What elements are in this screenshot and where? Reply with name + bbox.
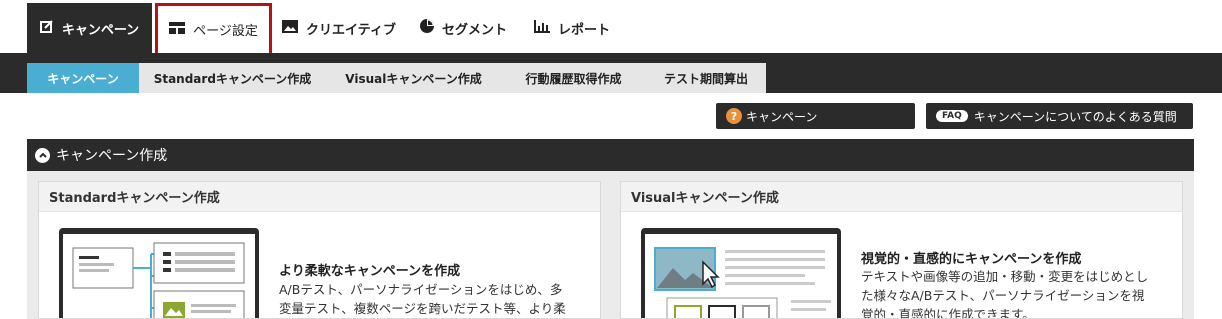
tab-creative-label: クリエイティブ (306, 22, 396, 38)
tab-page-settings[interactable]: ページ設定 (155, 3, 272, 53)
page-layout-icon (169, 21, 186, 38)
subnav-item-campaign[interactable]: キャンペーン (27, 63, 139, 93)
subnav-item-label: テスト期間算出 (663, 71, 748, 86)
standard-card-heading: より柔軟なキャンペーンを作成 (279, 264, 461, 279)
subnav-item-standard[interactable]: Standardキャンペーン作成 (139, 63, 326, 93)
tab-report[interactable]: レポート (534, 3, 624, 53)
tab-segment[interactable]: セグメント (420, 3, 520, 53)
visual-campaign-card[interactable]: Visualキャンペーン作成 視覚的・直感的にキャンペーンを作成 テキストや画像… (620, 181, 1183, 319)
campaign-edit-icon (39, 19, 54, 37)
campaign-help-label: キャンペーン (746, 109, 818, 124)
faq-label: キャンペーンについてのよくある質問 (973, 109, 1177, 124)
pie-chart-icon (420, 19, 434, 37)
tab-report-label: レポート (558, 22, 611, 38)
campaign-create-section-header[interactable]: キャンペーン作成 (27, 139, 1194, 171)
subnav-item-label: 行動履歴取得作成 (525, 71, 622, 86)
subnav-item-behavior-history[interactable]: 行動履歴取得作成 (501, 63, 646, 93)
standard-card-desc-line2: 変量テスト、複数ページを跨いだテスト等、より柔 (279, 301, 566, 316)
chevron-up-icon (35, 147, 50, 163)
subnav-item-test-period[interactable]: テスト期間算出 (646, 63, 766, 93)
main-nav: キャンペーン ページ設定 クリエイティブ セグメント レポート (0, 0, 1222, 53)
question-icon: ? (726, 108, 742, 124)
tab-segment-label: セグメント (442, 22, 508, 38)
section-title: キャンペーン作成 (56, 148, 168, 164)
visual-card-title: Visualキャンペーン作成 (621, 182, 1182, 212)
visual-card-desc-line1: テキストや画像等の追加・移動・変更をはじめとし (861, 269, 1149, 284)
bar-chart-icon (534, 19, 550, 37)
tab-page-settings-label: ページ設定 (193, 24, 258, 39)
visual-campaign-illustration (641, 228, 841, 318)
image-icon (282, 19, 298, 37)
visual-card-desc-line2: た様々なA/Bテスト、パーソナライゼーションを視 (861, 288, 1145, 303)
standard-card-desc-line1: A/Bテスト、パーソナライゼーションをはじめ、多 (279, 282, 563, 297)
subnav: キャンペーン Standardキャンペーン作成 Visualキャンペーン作成 行… (27, 63, 766, 93)
standard-card-title: Standardキャンペーン作成 (39, 182, 600, 212)
tab-campaign-label: キャンペーン (61, 22, 140, 38)
tab-creative[interactable]: クリエイティブ (282, 3, 397, 53)
subnav-item-label: キャンペーン (47, 71, 119, 86)
tab-campaign[interactable]: キャンペーン (27, 3, 152, 53)
faq-button[interactable]: FAQ キャンペーンについてのよくある質問 (926, 103, 1193, 129)
visual-card-desc-line3: 覚的・直感的に作成できます。 (861, 307, 1035, 319)
subnav-item-label: Visualキャンペーン作成 (345, 71, 482, 86)
subnav-item-label: Standardキャンペーン作成 (153, 71, 312, 86)
campaign-help-button[interactable]: ? キャンペーン (716, 103, 915, 129)
standard-campaign-illustration (59, 228, 259, 318)
standard-campaign-card[interactable]: Standardキャンペーン作成 より柔軟なキャンペーンを作成 A/Bテスト、パ… (38, 181, 601, 319)
visual-card-heading: 視覚的・直感的にキャンペーンを作成 (861, 252, 1082, 267)
subnav-item-visual[interactable]: Visualキャンペーン作成 (326, 63, 501, 93)
faq-badge: FAQ (936, 110, 968, 122)
